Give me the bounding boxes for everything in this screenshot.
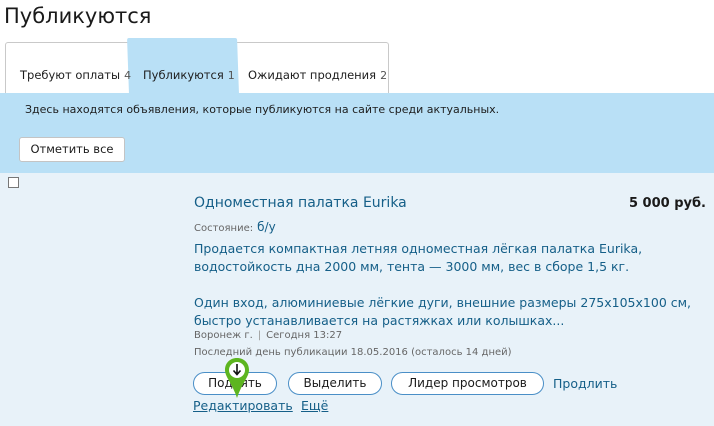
highlight-button[interactable]: Выделить <box>288 372 382 395</box>
listing-item: Одноместная палатка Eurika 5 000 руб. Со… <box>0 173 714 426</box>
listing-city: Воронеж г. <box>194 330 253 341</box>
tabs-bar: Требуют оплаты 4 Публикуются 1 Ожидают про… <box>5 38 389 93</box>
condition-label: Состояние: <box>194 223 254 234</box>
tab-awaiting-renewal[interactable]: Ожидают продления 2 <box>248 68 387 82</box>
page-title: Публикуются <box>4 4 152 28</box>
description-paragraph-2: Один вход, алюминиевые лёгкие дуги, внеш… <box>194 295 692 328</box>
views-leader-button[interactable]: Лидер просмотров <box>391 372 544 395</box>
listing-checkbox[interactable] <box>8 177 19 188</box>
info-panel: Здесь находятся объявления, которые публ… <box>0 93 714 173</box>
map-pin-arrow-down-icon <box>225 358 249 398</box>
more-link[interactable]: Ещё <box>301 398 328 413</box>
tab-label: Требуют оплаты <box>20 68 121 82</box>
meta-separator: | <box>257 330 262 341</box>
tab-count: 1 <box>227 69 235 82</box>
info-text: Здесь находятся объявления, которые публ… <box>25 103 500 116</box>
listing-title[interactable]: Одноместная палатка Eurika <box>194 195 407 211</box>
listing-condition: Состояние: б/у <box>194 220 276 234</box>
listing-date: Сегодня 13:27 <box>266 330 343 341</box>
description-paragraph-1: Продается компактная летняя одноместная … <box>194 241 643 274</box>
tab-count: 2 <box>380 69 388 82</box>
extend-link[interactable]: Продлить <box>553 376 617 391</box>
tab-label: Публикуются <box>143 68 224 82</box>
condition-value: б/у <box>257 220 276 234</box>
tab-label: Ожидают продления <box>248 68 377 82</box>
listing-meta: Воронеж г. | Сегодня 13:27 <box>194 330 342 341</box>
tab-count: 4 <box>124 69 132 82</box>
listing-description[interactable]: Продается компактная летняя одноместная … <box>194 240 704 330</box>
tab-require-payment[interactable]: Требуют оплаты 4 <box>20 68 131 82</box>
listing-price: 5 000 руб. <box>628 196 706 211</box>
tab-published[interactable]: Публикуются 1 <box>143 68 235 82</box>
edit-link[interactable]: Редактировать <box>193 398 293 413</box>
mark-all-button[interactable]: Отметить все <box>19 137 125 162</box>
active-tab-highlight <box>127 38 239 93</box>
